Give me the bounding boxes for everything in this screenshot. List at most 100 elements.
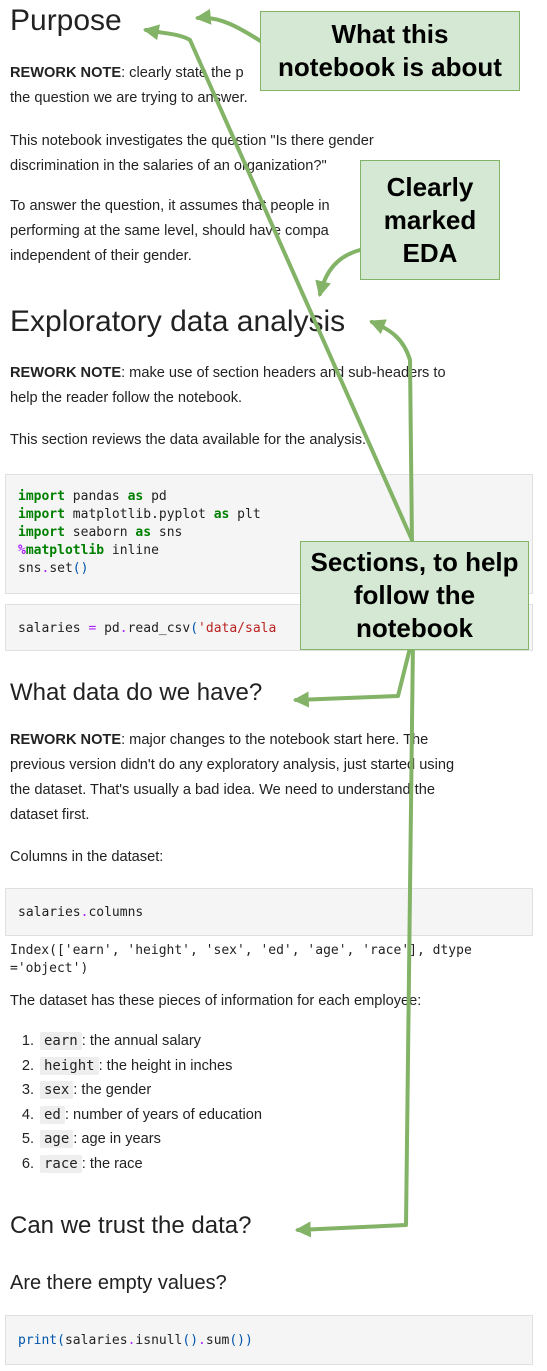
field-name: sex xyxy=(40,1081,74,1100)
list-item: 6. race: the race xyxy=(10,1152,262,1177)
field-name: height xyxy=(40,1056,99,1075)
callout-line: Sections, to help xyxy=(310,547,519,577)
field-name: ed xyxy=(40,1105,65,1124)
rework-text: previous version didn't do any explorato… xyxy=(10,757,455,773)
field-desc: : age in years xyxy=(73,1131,161,1148)
list-number: 3. xyxy=(21,1082,34,1099)
paragraph-line: discrimination in the salaries of an org… xyxy=(10,158,327,174)
operator: . xyxy=(119,621,128,636)
list-item: 5. age: age in years xyxy=(10,1127,262,1152)
field-name: age xyxy=(40,1130,74,1149)
callout-line: follow the xyxy=(353,580,476,610)
rework-text: : make use of section headers and sub-he… xyxy=(121,365,446,381)
what-data-heading: What data do we have? xyxy=(10,679,263,706)
code-line: import seaborn as sns xyxy=(18,524,520,542)
callout-line: What this xyxy=(331,19,449,49)
list-item: 4. ed: number of years of education xyxy=(10,1103,262,1128)
paragraph-line: performing at the same level, should hav… xyxy=(10,223,329,239)
callout-sections: Sections, to help follow the notebook xyxy=(300,541,529,650)
keyword: import xyxy=(18,489,65,504)
code-token: sns xyxy=(18,561,42,576)
punctuation: ()) xyxy=(229,1333,253,1348)
code-token: salaries xyxy=(64,1333,128,1348)
magic-command: matplotlib xyxy=(25,543,105,558)
callout-line: Clearly xyxy=(386,171,474,202)
keyword: import xyxy=(18,507,65,522)
list-item: 3. sex: the gender xyxy=(10,1078,262,1103)
output-line: ='object') xyxy=(10,961,89,976)
field-desc: : the height in inches xyxy=(98,1057,233,1074)
field-desc: : the race xyxy=(81,1155,143,1172)
output-index: Index(['earn', 'height', 'sex', 'ed', 'a… xyxy=(10,942,472,978)
code-token: inline xyxy=(104,543,159,558)
code-token: salaries xyxy=(18,621,89,636)
purpose-heading: Purpose xyxy=(10,4,122,37)
list-number: 6. xyxy=(21,1155,34,1172)
field-desc: : number of years of education xyxy=(64,1106,262,1123)
callout-line: marked xyxy=(383,204,477,235)
eda-rework-note: REWORK NOTE: make use of section headers… xyxy=(10,361,530,411)
magic-percent: % xyxy=(18,543,26,558)
code-token: matplotlib.pyplot xyxy=(64,507,214,522)
trust-heading: Can we trust the data? xyxy=(10,1212,252,1239)
code-token: pd xyxy=(96,621,120,636)
paragraph-line: independent of their gender. xyxy=(10,248,192,264)
code-token: sns xyxy=(151,525,183,540)
code-token: seaborn xyxy=(64,525,136,540)
eda-reviews-text: This section reviews the data available … xyxy=(10,432,367,448)
code-token: pandas xyxy=(64,489,128,504)
rework-label: REWORK NOTE xyxy=(10,65,122,81)
code-token: plt xyxy=(229,507,261,522)
rework-text: the question we are trying to answer. xyxy=(10,90,248,106)
fields-list: 1. earn: the annual salary 2. height: the … xyxy=(10,1029,262,1177)
empty-values-subheading: Are there empty values? xyxy=(10,1272,227,1294)
code-token: read_csv xyxy=(127,621,191,636)
keyword: import xyxy=(18,525,65,540)
list-number: 4. xyxy=(21,1106,34,1123)
code-token: sum xyxy=(205,1333,230,1348)
code-cell-print[interactable]: print(salaries.isnull().sum()) xyxy=(5,1315,533,1365)
code-token: set xyxy=(49,561,73,576)
list-item: 2. height: the height in inches xyxy=(10,1054,262,1079)
keyword: as xyxy=(135,525,152,540)
what-data-rework-note: REWORK NOTE: major changes to the notebo… xyxy=(10,728,535,828)
callout-line: notebook xyxy=(356,613,473,643)
rework-text: : major changes to the notebook start he… xyxy=(121,732,429,748)
output-line: Index(['earn', 'height', 'sex', 'ed', 'a… xyxy=(10,943,472,958)
string-literal: 'data/sala xyxy=(198,621,277,636)
rework-text: dataset first. xyxy=(10,807,90,823)
code-line: import matplotlib.pyplot as plt xyxy=(18,506,520,524)
field-desc: : the annual salary xyxy=(81,1033,201,1049)
callout-clearly-marked-eda: Clearly marked EDA xyxy=(360,160,500,280)
code-token: pd xyxy=(143,489,167,504)
punctuation: () xyxy=(72,561,89,576)
arrow-to-purpose-a xyxy=(194,8,264,44)
punctuation: ( xyxy=(57,1333,65,1348)
eda-heading: Exploratory data analysis xyxy=(10,305,346,338)
rework-label: REWORK NOTE xyxy=(10,365,122,381)
builtin-function: print xyxy=(18,1333,58,1348)
callout-what-notebook-is-about: What this notebook is about xyxy=(260,11,520,91)
pieces-intro: The dataset has these pieces of informat… xyxy=(10,993,422,1009)
code-token: columns xyxy=(88,905,144,920)
rework-label: REWORK NOTE xyxy=(10,732,122,748)
list-item: 1. earn: the annual salary xyxy=(10,1029,262,1054)
code-cell-columns[interactable]: salaries.columns xyxy=(5,888,533,936)
code-line: salaries.columns xyxy=(18,904,520,922)
code-line: import pandas as pd xyxy=(18,488,520,506)
rework-text: the dataset. That's usually a bad idea. … xyxy=(10,782,435,798)
paragraph-line: To answer the question, it assumes that … xyxy=(10,198,330,214)
punctuation: () xyxy=(182,1333,199,1348)
list-number: 1. xyxy=(21,1033,34,1049)
keyword: as xyxy=(213,507,230,522)
rework-text: help the reader follow the notebook. xyxy=(10,390,243,406)
field-name: earn xyxy=(40,1032,82,1050)
list-number: 5. xyxy=(21,1131,34,1148)
field-desc: : the gender xyxy=(73,1082,152,1099)
operator: . xyxy=(198,1333,206,1348)
code-token: isnull xyxy=(135,1333,183,1348)
punctuation: ( xyxy=(190,621,199,636)
callout-line: EDA xyxy=(402,237,458,268)
paragraph-line: This notebook investigates the question … xyxy=(10,133,374,149)
code-line: print(salaries.isnull().sum()) xyxy=(18,1332,520,1350)
